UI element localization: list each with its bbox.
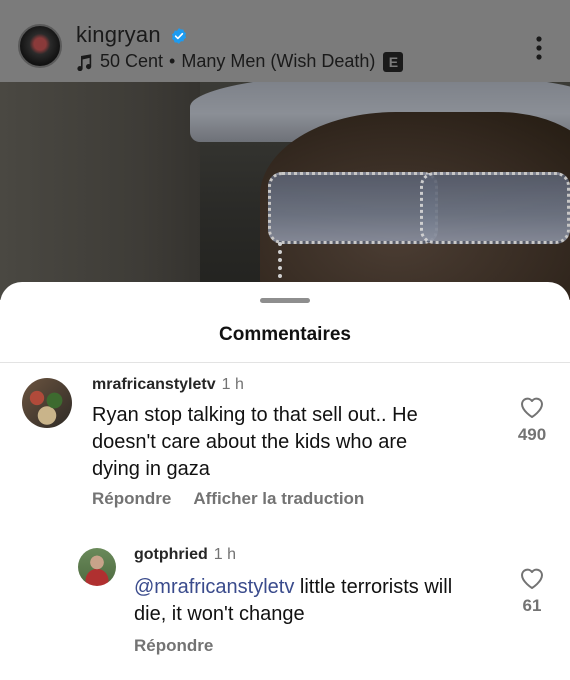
comment-text-rest: little terrorists will bbox=[294, 576, 453, 598]
reply-button[interactable]: Répondre bbox=[134, 636, 213, 656]
song-title: Many Men (Wish Death) bbox=[181, 51, 376, 71]
comment-text-line: Ryan stop talking to that sell out.. He bbox=[92, 404, 418, 426]
mention-link[interactable]: @mrafricanstyletv bbox=[134, 576, 294, 598]
verified-badge-icon bbox=[171, 28, 187, 44]
comment-username[interactable]: mrafricanstyletv bbox=[92, 376, 216, 393]
comment-avatar[interactable] bbox=[22, 378, 72, 428]
comment-time: 1 h bbox=[213, 546, 237, 563]
comment-text-line: die, it won't change bbox=[134, 603, 305, 625]
heart-outline-icon[interactable] bbox=[519, 566, 545, 590]
comment-actions: Répondre Afficher la traduction bbox=[92, 489, 364, 509]
comment-text-line: dying in gaza bbox=[92, 458, 210, 480]
comment-text-line: doesn't care about the kids who are bbox=[92, 431, 408, 453]
comment-text-line: @mrafricanstyletv little terrorists will bbox=[134, 574, 452, 601]
sheet-drag-handle[interactable] bbox=[260, 298, 310, 303]
song-artist: 50 Cent bbox=[100, 51, 164, 71]
like-count: 61 bbox=[522, 596, 542, 615]
more-vertical-icon[interactable] bbox=[530, 34, 548, 62]
post-author-avatar[interactable] bbox=[18, 24, 62, 68]
comment-username[interactable]: gotphried bbox=[134, 546, 208, 563]
photo-wall bbox=[0, 82, 200, 300]
comment-text: Ryan stop talking to that sell out.. He … bbox=[92, 402, 418, 483]
explicit-badge: E bbox=[383, 51, 404, 72]
comments-sheet: Commentaires mrafricanstyletv 1 h Ryan st… bbox=[0, 282, 570, 680]
comment-actions: Répondre bbox=[134, 636, 213, 656]
post-audio-info[interactable]: 50 Cent • Many Men (Wish Death) E bbox=[76, 51, 404, 72]
photo-glasses-left bbox=[268, 172, 438, 244]
post-username[interactable]: kingryan bbox=[76, 22, 161, 48]
photo-glasses-right bbox=[420, 172, 570, 244]
heart-outline-icon[interactable] bbox=[519, 395, 545, 419]
music-note-icon bbox=[77, 53, 92, 71]
comment-header: mrafricanstyletv 1 h bbox=[92, 376, 244, 394]
post-background: kingryan 50 Cent • Many Men (Wish Death)… bbox=[0, 0, 570, 300]
post-header: kingryan 50 Cent • Many Men (Wish Death)… bbox=[0, 0, 570, 82]
sheet-title: Commentaires bbox=[219, 324, 351, 345]
song-separator: • bbox=[169, 51, 176, 71]
comment-avatar[interactable] bbox=[78, 548, 116, 586]
sheet-divider bbox=[0, 362, 570, 363]
comment-text: @mrafricanstyletv little terrorists will… bbox=[134, 574, 452, 628]
comment-time: 1 h bbox=[221, 376, 244, 393]
comment-header: gotphried 1 h bbox=[134, 546, 236, 564]
reply-button[interactable]: Répondre bbox=[92, 489, 171, 509]
like-count: 490 bbox=[517, 425, 547, 444]
post-photo bbox=[0, 82, 570, 300]
translate-button[interactable]: Afficher la traduction bbox=[193, 489, 364, 509]
